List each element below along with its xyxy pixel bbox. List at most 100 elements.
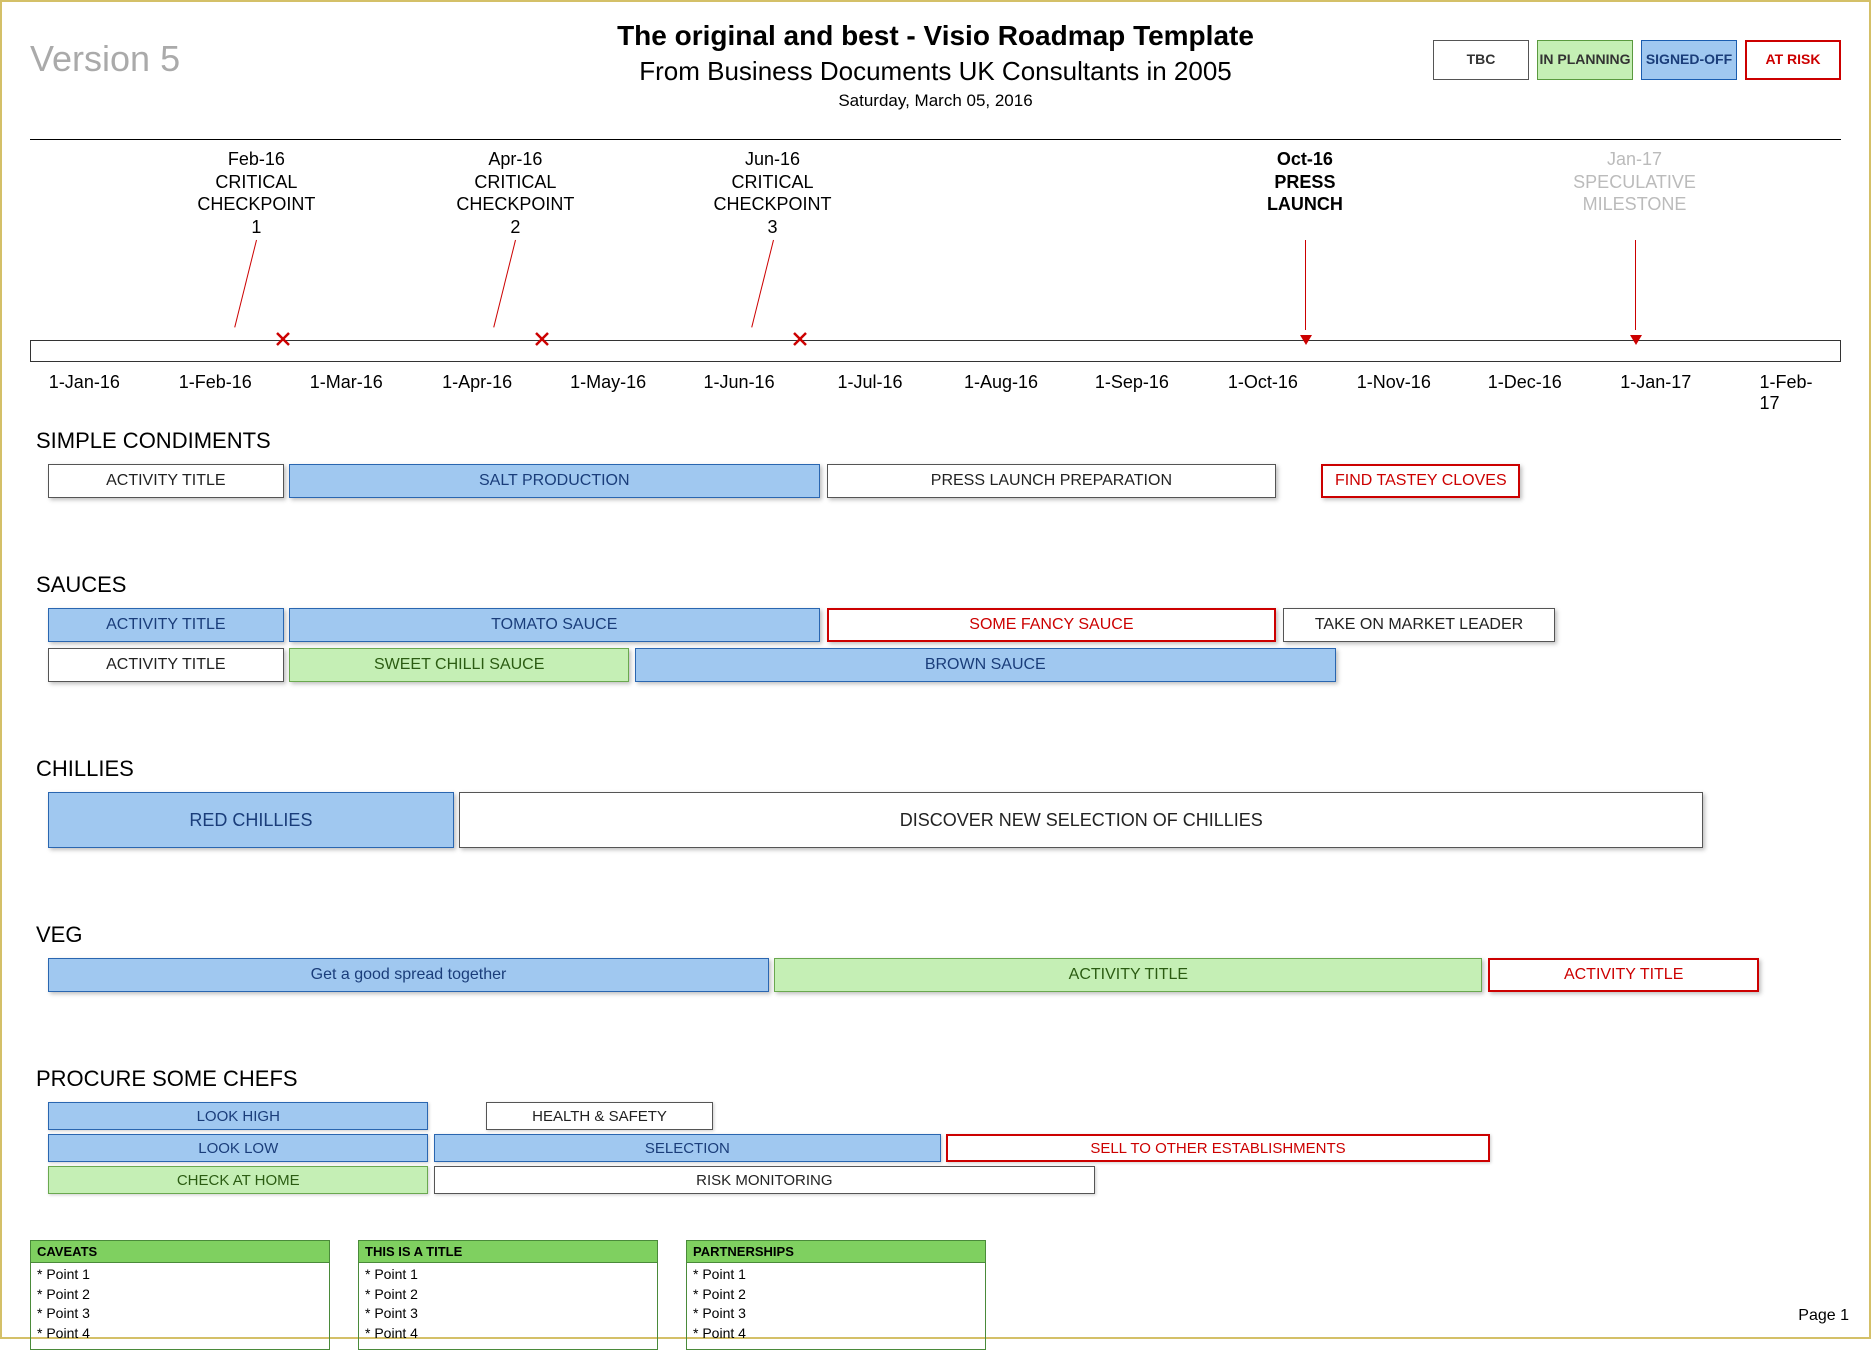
footer-point: * Point 4 <box>693 1324 979 1344</box>
activity-bar[interactable]: SELL TO OTHER ESTABLISHMENTS <box>946 1134 1489 1162</box>
milestone-label: Jan-17SPECULATIVEMILESTONE <box>1573 148 1696 216</box>
tick-label: 1-Jan-17 <box>1620 372 1691 393</box>
footer-box: CAVEATS* Point 1* Point 2* Point 3* Poin… <box>30 1240 330 1350</box>
legend-signed-off: SIGNED-OFF <box>1641 40 1737 80</box>
activity-bar[interactable]: ACTIVITY TITLE <box>774 958 1482 992</box>
tick-label: 1-Nov-16 <box>1357 372 1431 393</box>
activity-bar[interactable]: PRESS LAUNCH PREPARATION <box>827 464 1276 498</box>
date-label: Saturday, March 05, 2016 <box>30 91 1841 111</box>
section-title: SAUCES <box>36 572 1841 598</box>
lane: Get a good spread togetherACTIVITY TITLE… <box>30 958 1841 992</box>
lane: LOOK HIGH HEALTH & SAFETY <box>30 1102 1841 1130</box>
section-title: PROCURE SOME CHEFS <box>36 1066 1841 1092</box>
footer-box-body: * Point 1* Point 2* Point 3* Point 4 <box>31 1263 329 1349</box>
footer-box-body: * Point 1* Point 2* Point 3* Point 4 <box>359 1263 657 1349</box>
timeline-ticks: 1-Jan-16 1-Feb-16 1-Mar-16 1-Apr-16 1-May-16… <box>30 372 1841 400</box>
footer-point: * Point 2 <box>693 1285 979 1305</box>
activity-bar[interactable]: TOMATO SAUCE <box>289 608 820 642</box>
footer-box-body: * Point 1* Point 2* Point 3* Point 4 <box>687 1263 985 1349</box>
activity-bar[interactable]: BROWN SAUCE <box>635 648 1336 682</box>
footer-point: * Point 1 <box>365 1265 651 1285</box>
legend-in-planning: IN PLANNING <box>1537 40 1633 80</box>
footer-point: * Point 3 <box>37 1304 323 1324</box>
activity-bar[interactable]: FIND TASTEY CLOVES <box>1321 464 1520 498</box>
lane: ACTIVITY TITLESWEET CHILLI SAUCEBROWN SA… <box>30 648 1841 682</box>
x-mark-icon <box>276 332 290 351</box>
footer-point: * Point 3 <box>365 1304 651 1324</box>
footer-box-title: PARTNERSHIPS <box>687 1241 985 1263</box>
timeline: 1-Jan-16 1-Feb-16 1-Mar-16 1-Apr-16 1-May-16… <box>30 140 1841 400</box>
activity-bar[interactable]: ACTIVITY TITLE <box>1488 958 1760 992</box>
lane: RED CHILLIESDISCOVER NEW SELECTION OF CH… <box>30 792 1841 848</box>
footer-boxes: CAVEATS* Point 1* Point 2* Point 3* Poin… <box>30 1240 1841 1350</box>
lane: ACTIVITY TITLESALT PRODUCTIONPRESS LAUNC… <box>30 464 1841 498</box>
tick-label: 1-Apr-16 <box>442 372 512 393</box>
version-label: Version 5 <box>30 38 180 80</box>
tick-label: 1-Jan-16 <box>49 372 120 393</box>
tick-label: 1-Aug-16 <box>964 372 1038 393</box>
legend: TBC IN PLANNING SIGNED-OFF AT RISK <box>1433 40 1841 80</box>
arrow-down-icon <box>1629 332 1643 351</box>
x-mark-icon <box>535 332 549 351</box>
footer-box-title: THIS IS A TITLE <box>359 1241 657 1263</box>
activity-bar[interactable]: RED CHILLIES <box>48 792 454 848</box>
activity-bar[interactable]: DISCOVER NEW SELECTION OF CHILLIES <box>459 792 1703 848</box>
footer-point: * Point 1 <box>37 1265 323 1285</box>
tick-label: 1-Oct-16 <box>1228 372 1298 393</box>
section-title: SIMPLE CONDIMENTS <box>36 428 1841 454</box>
footer-point: * Point 4 <box>365 1324 651 1344</box>
sections: SIMPLE CONDIMENTSACTIVITY TITLESALT PROD… <box>30 428 1841 1204</box>
milestone-connector <box>751 240 774 328</box>
page-number: Page 1 <box>1798 1307 1849 1325</box>
x-mark-icon <box>793 332 807 351</box>
tick-label: 1-May-16 <box>570 372 646 393</box>
footer-box: THIS IS A TITLE* Point 1* Point 2* Point… <box>358 1240 658 1350</box>
activity-bar[interactable]: Get a good spread together <box>48 958 769 992</box>
legend-tbc: TBC <box>1433 40 1529 80</box>
activity-bar[interactable]: CHECK AT HOME <box>48 1166 428 1194</box>
activity-bar[interactable]: TAKE ON MARKET LEADER <box>1283 608 1555 642</box>
activity-bar[interactable]: LOOK LOW <box>48 1134 428 1162</box>
footer-point: * Point 4 <box>37 1324 323 1344</box>
tick-label: 1-Jun-16 <box>704 372 775 393</box>
lane: LOOK LOWSELECTIONSELL TO OTHER ESTABLISH… <box>30 1134 1841 1162</box>
tick-label: 1-Feb-17 <box>1759 372 1813 414</box>
milestone-label: Feb-16CRITICALCHECKPOINT1 <box>197 148 315 238</box>
activity-bar[interactable]: ACTIVITY TITLE <box>48 648 283 682</box>
footer-point: * Point 1 <box>693 1265 979 1285</box>
arrow-down-icon <box>1299 332 1313 351</box>
activity-bar[interactable]: HEALTH & SAFETY <box>486 1102 712 1130</box>
lane: CHECK AT HOMERISK MONITORING <box>30 1166 1841 1194</box>
section-title: CHILLIES <box>36 756 1841 782</box>
activity-bar[interactable]: SELECTION <box>434 1134 941 1162</box>
section-title: VEG <box>36 922 1841 948</box>
activity-bar[interactable]: SOME FANCY SAUCE <box>827 608 1276 642</box>
footer-box: PARTNERSHIPS* Point 1* Point 2* Point 3*… <box>686 1240 986 1350</box>
activity-bar[interactable]: SALT PRODUCTION <box>289 464 820 498</box>
header: Version 5 The original and best - Visio … <box>30 20 1841 111</box>
lane: ACTIVITY TITLETOMATO SAUCESOME FANCY SAU… <box>30 608 1841 642</box>
footer-point: * Point 2 <box>37 1285 323 1305</box>
milestone-connector <box>1305 240 1306 330</box>
milestone-connector <box>235 240 258 328</box>
tick-label: 1-Dec-16 <box>1488 372 1562 393</box>
legend-at-risk: AT RISK <box>1745 40 1841 80</box>
footer-box-title: CAVEATS <box>31 1241 329 1263</box>
timeline-axis <box>30 340 1841 362</box>
milestone-connector <box>494 240 517 328</box>
tick-label: 1-Jul-16 <box>838 372 903 393</box>
tick-label: 1-Feb-16 <box>179 372 252 393</box>
milestone-connector <box>1635 240 1636 330</box>
activity-bar[interactable]: LOOK HIGH <box>48 1102 428 1130</box>
tick-label: 1-Mar-16 <box>310 372 383 393</box>
activity-bar[interactable]: ACTIVITY TITLE <box>48 464 283 498</box>
milestone-label: Jun-16CRITICALCHECKPOINT3 <box>713 148 831 238</box>
activity-bar[interactable]: ACTIVITY TITLE <box>48 608 283 642</box>
footer-point: * Point 2 <box>365 1285 651 1305</box>
activity-bar[interactable]: SWEET CHILLI SAUCE <box>289 648 629 682</box>
footer-point: * Point 3 <box>693 1304 979 1324</box>
milestone-label: Oct-16PRESSLAUNCH <box>1267 148 1343 216</box>
milestone-label: Apr-16CRITICALCHECKPOINT2 <box>456 148 574 238</box>
tick-label: 1-Sep-16 <box>1095 372 1169 393</box>
activity-bar[interactable]: RISK MONITORING <box>434 1166 1095 1194</box>
